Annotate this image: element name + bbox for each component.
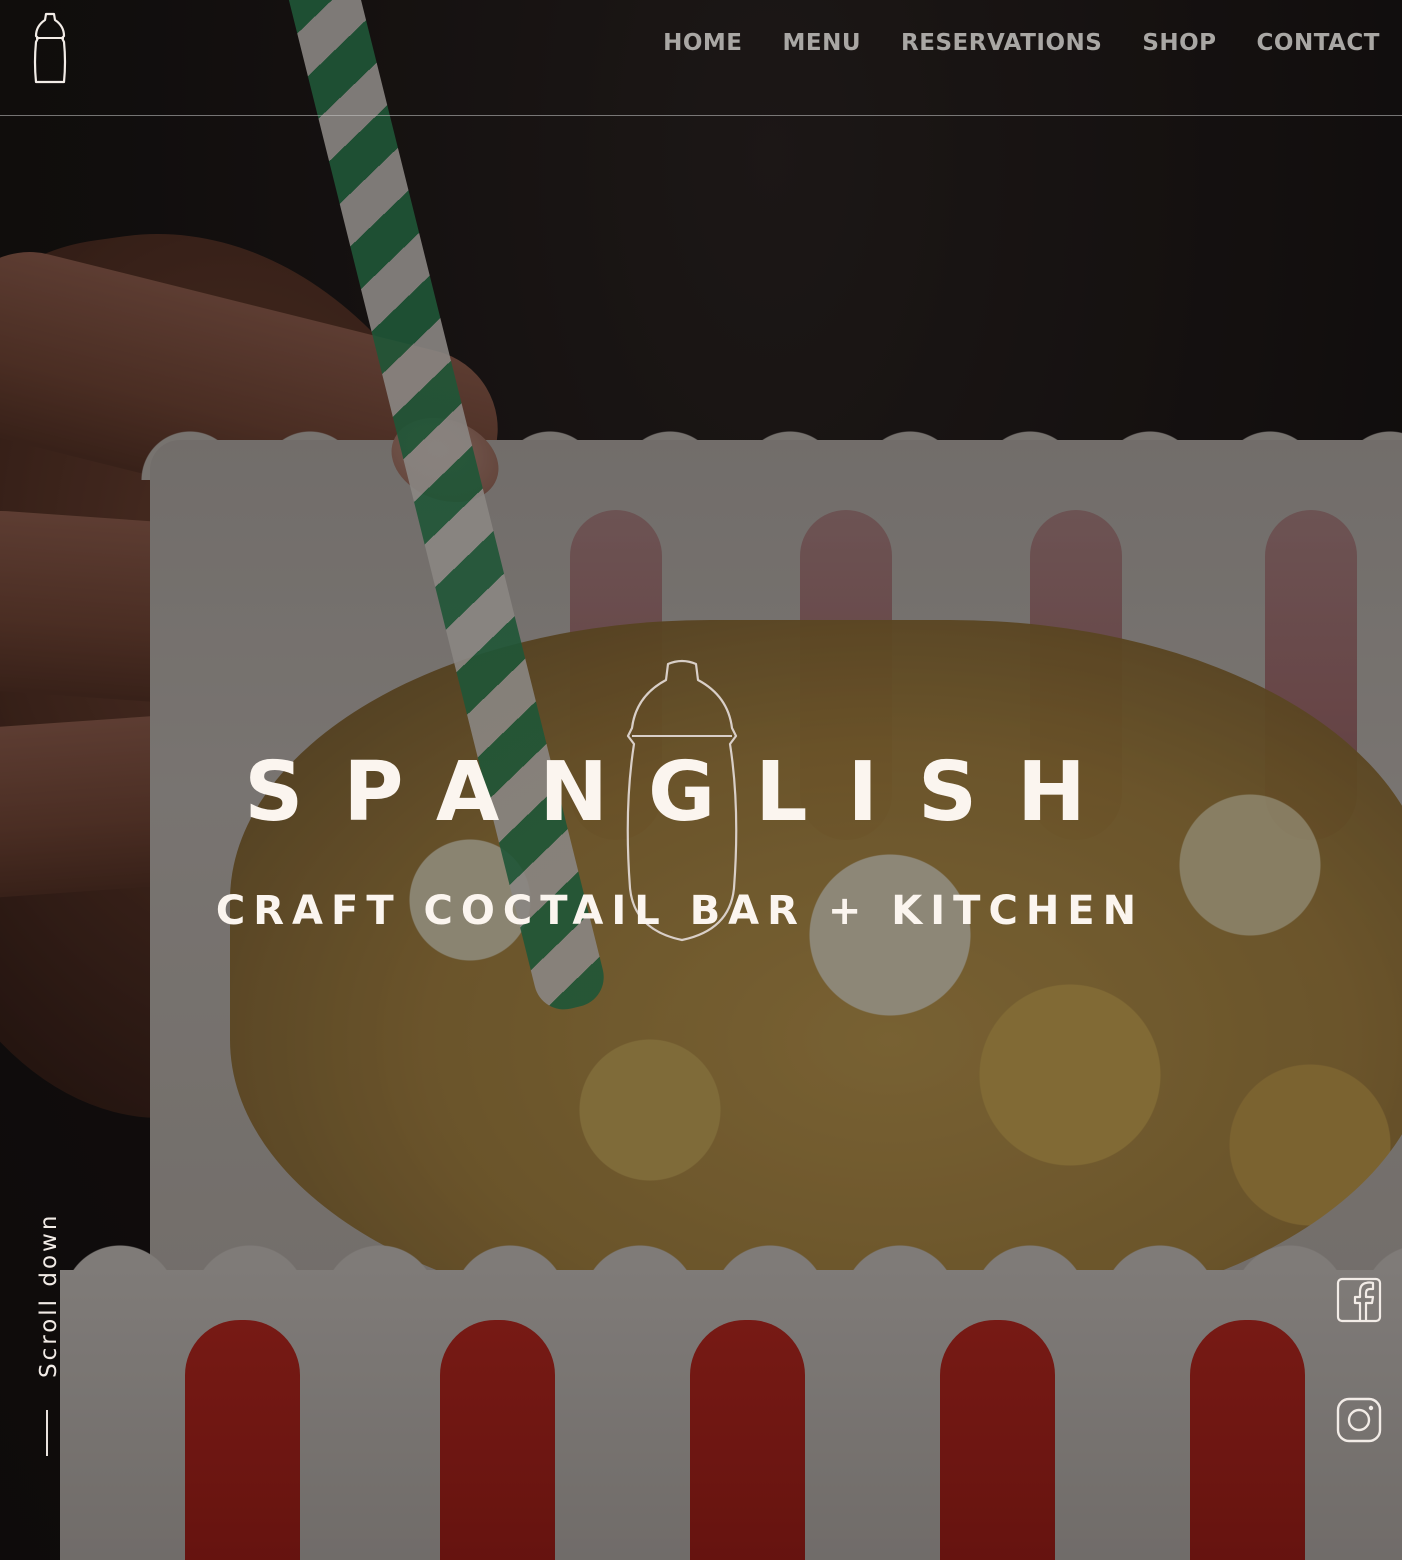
- nav-menu[interactable]: Menu: [783, 30, 862, 56]
- brand-subtitle: Craft Coctail Bar + Kitchen: [215, 888, 1145, 934]
- facebook-icon[interactable]: [1336, 1277, 1382, 1323]
- brand-title: SPANGLISH: [244, 745, 1126, 840]
- nav-home[interactable]: Home: [663, 30, 742, 56]
- nav-contact[interactable]: Contact: [1257, 30, 1380, 56]
- shaker-logo-icon[interactable]: [30, 12, 70, 84]
- site-header: Home Menu Reservations Shop Contact: [0, 0, 1402, 116]
- scroll-down-label: Scroll down: [36, 1212, 62, 1378]
- nav-shop[interactable]: Shop: [1142, 30, 1216, 56]
- instagram-icon[interactable]: [1336, 1397, 1382, 1443]
- scroll-line: [46, 1410, 48, 1456]
- scroll-down-indicator[interactable]: Scroll down: [30, 1200, 66, 1380]
- main-nav: Home Menu Reservations Shop Contact: [663, 30, 1380, 56]
- nav-reservations[interactable]: Reservations: [901, 30, 1102, 56]
